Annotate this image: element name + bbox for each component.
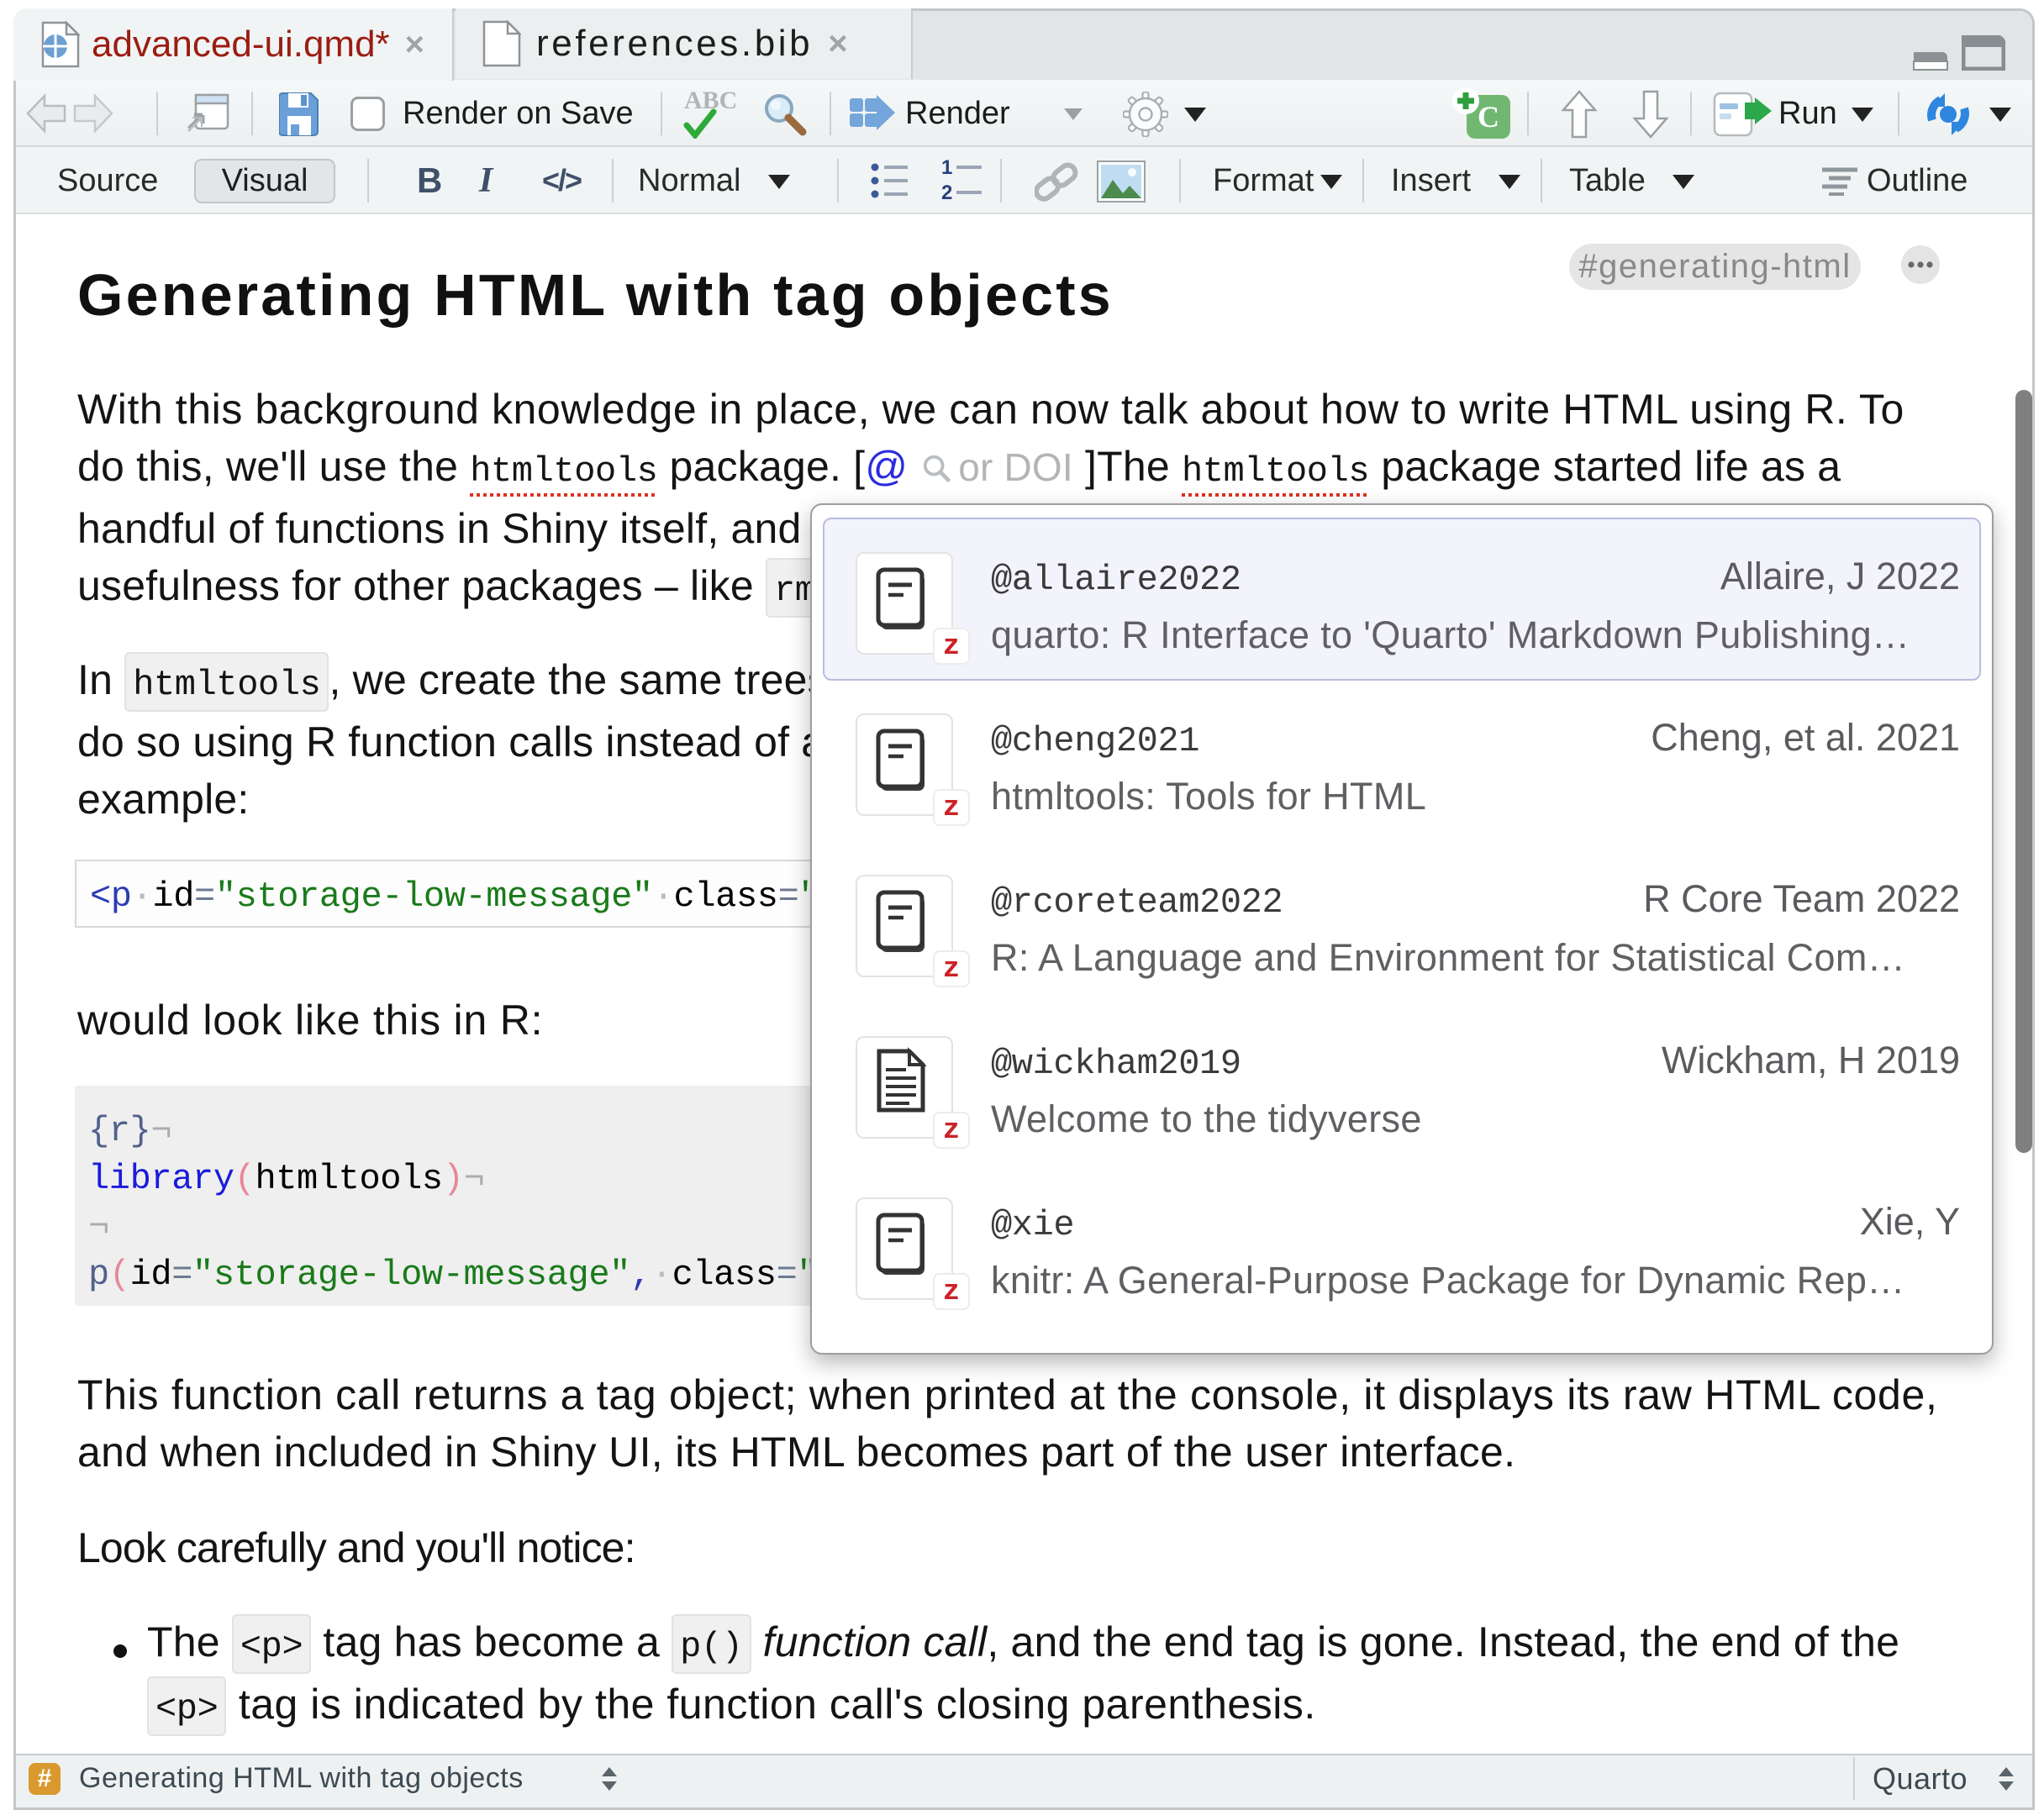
svg-text:2: 2 (941, 182, 952, 203)
svg-text:1: 1 (941, 159, 952, 179)
